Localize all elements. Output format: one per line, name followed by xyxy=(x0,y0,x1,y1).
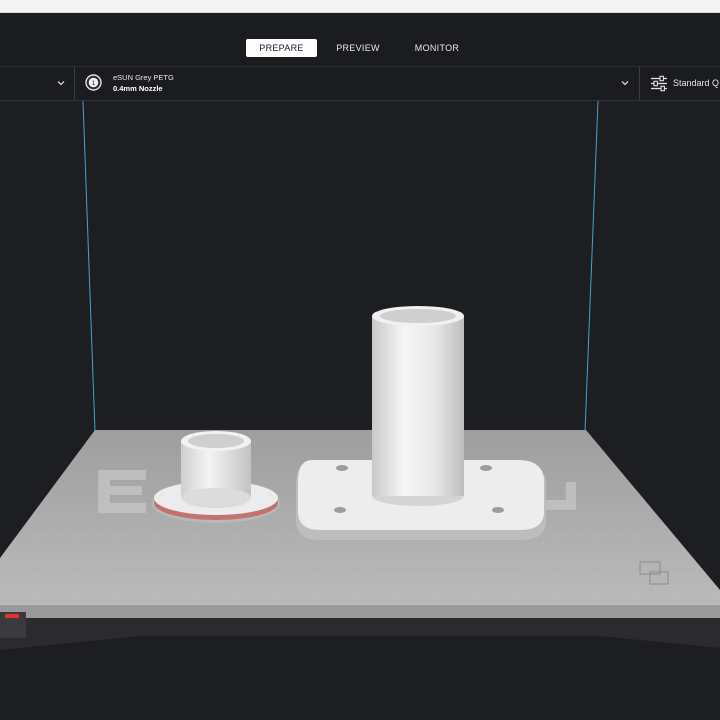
tab-preview[interactable]: PREVIEW xyxy=(317,39,399,57)
model-tube-with-base[interactable] xyxy=(296,306,546,540)
extruder-index: 1 xyxy=(92,80,96,87)
quality-profile-label: Standard Q xyxy=(673,78,720,88)
extruder-icon: 1 xyxy=(85,74,102,91)
top-header-bar: PREPARE PREVIEW MONITOR xyxy=(0,13,720,67)
material-name: eSUN Grey PETG xyxy=(113,73,174,82)
stage-tab-group: PREPARE PREVIEW MONITOR xyxy=(246,39,475,57)
tab-prepare[interactable]: PREPARE xyxy=(246,39,317,57)
material-selector[interactable]: 1 eSUN Grey PETG 0.4mm Nozzle xyxy=(75,67,640,100)
build-volume-outline xyxy=(82,101,599,433)
print-settings-bar: 1 eSUN Grey PETG 0.4mm Nozzle Standard Q xyxy=(0,67,720,101)
printer-selector[interactable] xyxy=(0,67,75,100)
os-window-strip xyxy=(0,0,720,13)
3d-viewport[interactable] xyxy=(0,101,720,720)
chevron-down-icon xyxy=(621,81,629,86)
print-quality-selector[interactable]: Standard Q xyxy=(640,67,720,100)
settings-sliders-icon xyxy=(651,75,667,92)
chevron-down-icon xyxy=(57,81,65,86)
nozzle-size: 0.4mm Nozzle xyxy=(113,84,163,93)
tab-monitor[interactable]: MONITOR xyxy=(399,39,475,57)
